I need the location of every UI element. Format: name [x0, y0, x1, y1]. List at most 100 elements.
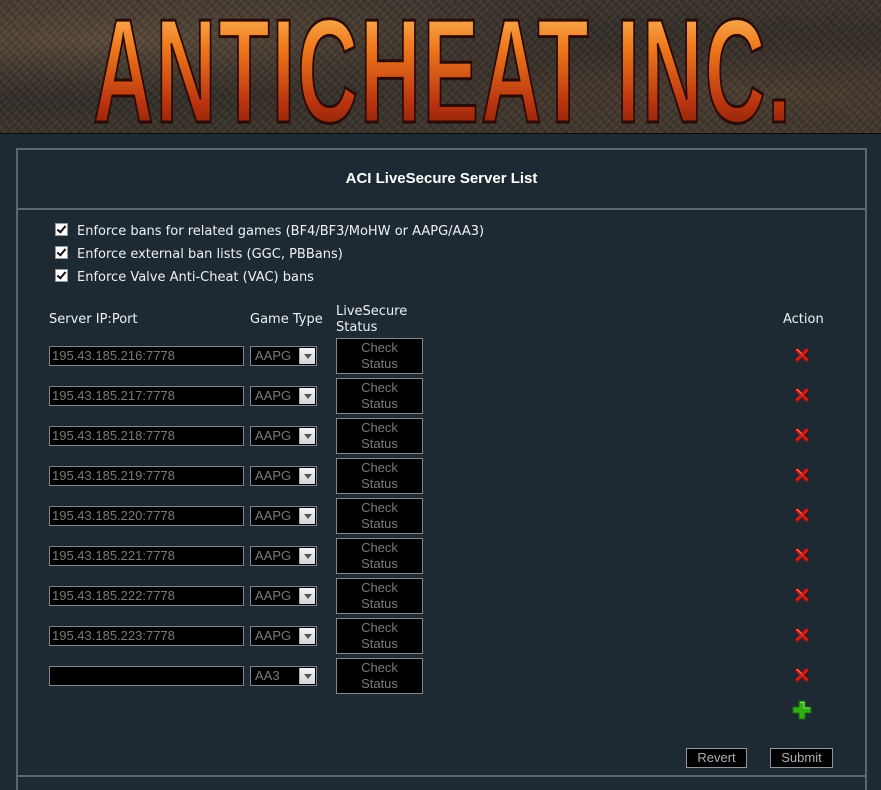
check-status-line2: Status	[361, 476, 398, 491]
game-type-select[interactable]: AAPG	[250, 346, 317, 366]
option-vac-bans[interactable]: Enforce Valve Anti-Cheat (VAC) bans	[55, 266, 484, 289]
server-ip-input[interactable]: 195.43.185.219:7778	[49, 466, 244, 486]
option-related-games[interactable]: Enforce bans for related games (BF4/BF3/…	[55, 220, 484, 243]
table-row: 195.43.185.217:7778 AAPG Check Status	[18, 378, 865, 418]
column-header-server: Server IP:Port	[49, 312, 138, 327]
check-status-button[interactable]: Check Status	[336, 498, 423, 534]
table-row: 195.43.185.219:7778 AAPG Check Status	[18, 458, 865, 498]
delete-row-icon[interactable]	[792, 545, 812, 565]
game-type-select[interactable]: AAPG	[250, 626, 317, 646]
check-status-line1: Check	[361, 540, 398, 555]
chevron-down-icon[interactable]	[299, 468, 315, 484]
check-status-line1: Check	[361, 340, 398, 355]
column-header-action: Action	[783, 312, 824, 327]
chevron-down-icon[interactable]	[299, 388, 315, 404]
check-status-line2: Status	[361, 436, 398, 451]
logo: ANTICHEAT INC.	[88, 0, 798, 133]
check-status-button[interactable]: Check Status	[336, 578, 423, 614]
revert-button[interactable]: Revert	[686, 748, 747, 768]
game-type-select[interactable]: AAPG	[250, 386, 317, 406]
check-status-line2: Status	[361, 516, 398, 531]
table-row: 195.43.185.220:7778 AAPG Check Status	[18, 498, 865, 538]
check-status-line2: Status	[361, 636, 398, 651]
game-type-select[interactable]: AAPG	[250, 426, 317, 446]
options-list: Enforce bans for related games (BF4/BF3/…	[55, 220, 484, 289]
check-status-line2: Status	[361, 596, 398, 611]
panel-bottom-border	[16, 775, 867, 777]
game-type-value: AAPG	[255, 388, 292, 403]
check-status-button[interactable]: Check Status	[336, 538, 423, 574]
table-row: 195.43.185.216:7778 AAPG Check Status	[18, 338, 865, 378]
game-type-value: AAPG	[255, 508, 292, 523]
delete-row-icon[interactable]	[792, 665, 812, 685]
delete-row-icon[interactable]	[792, 385, 812, 405]
column-header-status-line2: Status	[336, 320, 378, 335]
panel-title: ACI LiveSecure Server List	[18, 150, 865, 210]
checkbox-external-ban-lists[interactable]	[55, 246, 68, 259]
delete-row-icon[interactable]	[792, 345, 812, 365]
server-ip-input[interactable]: 195.43.185.222:7778	[49, 586, 244, 606]
check-status-button[interactable]: Check Status	[336, 458, 423, 494]
option-external-ban-lists[interactable]: Enforce external ban lists (GGC, PBBans)	[55, 243, 484, 266]
chevron-down-icon[interactable]	[299, 428, 315, 444]
server-ip-input[interactable]: 195.43.185.216:7778	[49, 346, 244, 366]
game-type-select[interactable]: AAPG	[250, 466, 317, 486]
logo-graphic: ANTICHEAT INC.	[92, 0, 793, 133]
delete-row-icon[interactable]	[792, 465, 812, 485]
check-status-line2: Status	[361, 676, 398, 691]
game-type-select[interactable]: AA3	[250, 666, 317, 686]
checkbox-vac-bans[interactable]	[55, 269, 68, 282]
server-ip-input[interactable]: 195.43.185.221:7778	[49, 546, 244, 566]
server-ip-input[interactable]	[49, 666, 244, 686]
checkbox-related-games[interactable]	[55, 223, 68, 236]
game-type-value: AAPG	[255, 348, 292, 363]
game-type-select[interactable]: AAPG	[250, 506, 317, 526]
delete-row-icon[interactable]	[792, 585, 812, 605]
game-type-value: AAPG	[255, 588, 292, 603]
check-status-line1: Check	[361, 660, 398, 675]
banner: ANTICHEAT INC.	[0, 0, 881, 134]
check-status-line1: Check	[361, 420, 398, 435]
delete-row-icon[interactable]	[792, 425, 812, 445]
game-type-value: AAPG	[255, 548, 292, 563]
game-type-select[interactable]: AAPG	[250, 546, 317, 566]
check-status-line1: Check	[361, 500, 398, 515]
game-type-select[interactable]: AAPG	[250, 586, 317, 606]
check-status-button[interactable]: Check Status	[336, 418, 423, 454]
table-row: 195.43.185.223:7778 AAPG Check Status	[18, 618, 865, 658]
server-list-panel: ACI LiveSecure Server List Enforce bans …	[16, 148, 867, 790]
submit-button[interactable]: Submit	[770, 748, 833, 768]
delete-row-icon[interactable]	[792, 625, 812, 645]
game-type-value: AA3	[255, 668, 280, 683]
logo-text: ANTICHEAT INC.	[93, 0, 793, 133]
chevron-down-icon[interactable]	[299, 508, 315, 524]
check-status-line1: Check	[361, 380, 398, 395]
check-status-button[interactable]: Check Status	[336, 658, 423, 694]
server-ip-input[interactable]: 195.43.185.217:7778	[49, 386, 244, 406]
option-label: Enforce bans for related games (BF4/BF3/…	[77, 224, 485, 239]
check-status-line1: Check	[361, 620, 398, 635]
add-server-icon[interactable]	[792, 700, 812, 720]
server-ip-input[interactable]: 195.43.185.220:7778	[49, 506, 244, 526]
check-status-button[interactable]: Check Status	[336, 378, 423, 414]
chevron-down-icon[interactable]	[299, 348, 315, 364]
check-status-line2: Status	[361, 556, 398, 571]
option-label: Enforce external ban lists (GGC, PBBans)	[77, 247, 343, 262]
game-type-value: AAPG	[255, 428, 292, 443]
chevron-down-icon[interactable]	[299, 548, 315, 564]
server-ip-input[interactable]: 195.43.185.223:7778	[49, 626, 244, 646]
column-header-game-type: Game Type	[250, 312, 323, 327]
table-row: AA3 Check Status	[18, 658, 865, 698]
server-ip-input[interactable]: 195.43.185.218:7778	[49, 426, 244, 446]
check-status-button[interactable]: Check Status	[336, 618, 423, 654]
column-header-status-line1: LiveSecure	[336, 304, 408, 319]
delete-row-icon[interactable]	[792, 505, 812, 525]
chevron-down-icon[interactable]	[299, 588, 315, 604]
chevron-down-icon[interactable]	[299, 628, 315, 644]
check-status-line1: Check	[361, 460, 398, 475]
check-status-line2: Status	[361, 356, 398, 371]
chevron-down-icon[interactable]	[299, 668, 315, 684]
game-type-value: AAPG	[255, 468, 292, 483]
check-status-line2: Status	[361, 396, 398, 411]
check-status-button[interactable]: Check Status	[336, 338, 423, 374]
